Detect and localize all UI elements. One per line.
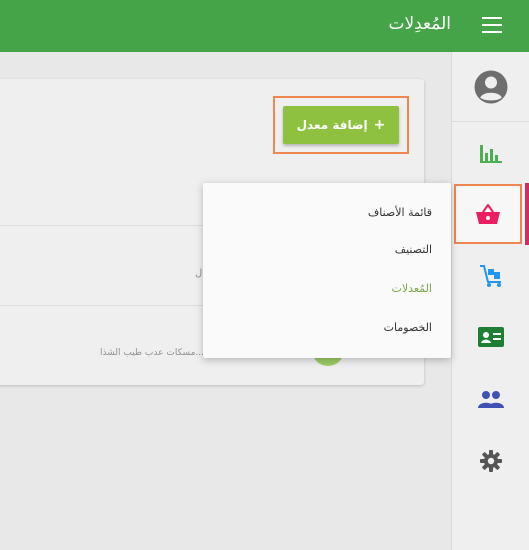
submenu-item-categories[interactable]: التصنيف <box>395 243 432 256</box>
hamburger-menu-icon[interactable] <box>482 17 502 33</box>
gear-icon <box>480 450 502 472</box>
delivery-cart-icon <box>480 265 501 287</box>
add-modifier-button[interactable]: + إضافة معدل <box>283 106 399 144</box>
row-text-fragment: ل <box>195 268 203 279</box>
sidebar-item-profile[interactable] <box>452 56 529 118</box>
active-indicator <box>525 183 529 245</box>
sidebar-item-suppliers[interactable] <box>452 245 529 307</box>
bar-chart-icon <box>480 145 502 163</box>
id-card-icon <box>478 327 504 347</box>
sidebar-item-users[interactable] <box>452 368 529 430</box>
sidebar <box>451 52 529 550</box>
sidebar-item-reports[interactable] <box>452 122 529 184</box>
top-app-bar: المُعدِلات <box>0 0 529 52</box>
page-title: المُعدِلات <box>388 14 451 34</box>
add-button-highlight: + إضافة معدل <box>273 96 409 154</box>
shopping-basket-icon <box>476 204 500 224</box>
submenu-item-items-list[interactable]: قائمة الأصناف <box>368 206 432 219</box>
sidebar-item-products[interactable] <box>454 184 522 244</box>
submenu-item-modifiers[interactable]: المُعدلات <box>392 282 432 295</box>
products-submenu: قائمة الأصناف التصنيف المُعدلات الخصومات <box>203 183 451 358</box>
submenu-item-discounts[interactable]: الخصومات <box>384 321 432 334</box>
sidebar-item-customers[interactable] <box>452 306 529 368</box>
add-modifier-label: إضافة معدل <box>296 118 368 132</box>
account-circle-icon <box>474 70 508 104</box>
group-icon <box>478 391 504 408</box>
plus-icon: + <box>373 117 386 133</box>
row-description: ...و...مسكات عدب طيب الشذا <box>100 348 217 358</box>
sidebar-item-settings[interactable] <box>452 430 529 492</box>
